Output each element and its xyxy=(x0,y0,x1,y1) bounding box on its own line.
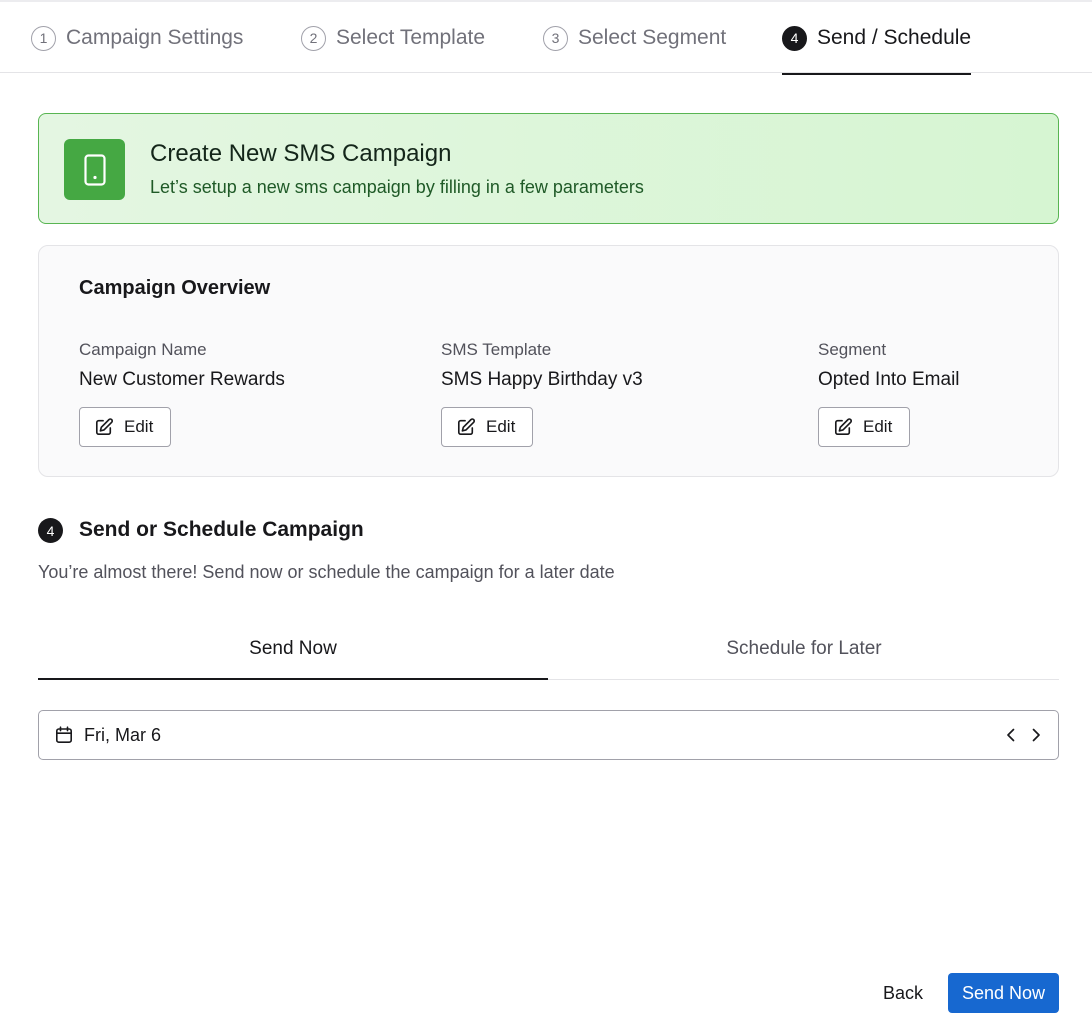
step-number: 1 xyxy=(31,25,56,51)
step-label: Send / Schedule xyxy=(817,26,972,49)
field-label: SMS Template xyxy=(441,340,552,359)
overview-segment: Segment Opted Into Email xyxy=(818,340,960,391)
step-label: Select Segment xyxy=(578,26,727,49)
field-label: Campaign Name xyxy=(79,340,207,359)
edit-icon xyxy=(457,418,475,436)
date-picker-field[interactable]: Fri, Mar 6 xyxy=(38,710,1059,760)
step-label: Campaign Settings xyxy=(66,26,244,49)
step-campaign-settings[interactable]: 1 Campaign Settings xyxy=(31,2,243,74)
section-description: You’re almost there! Send now or schedul… xyxy=(38,562,615,582)
step-number: 4 xyxy=(782,25,807,51)
edit-segment-button[interactable]: Edit xyxy=(818,407,910,447)
step-send-schedule[interactable]: 4 Send / Schedule xyxy=(782,2,972,75)
edit-campaign-name-button[interactable]: Edit xyxy=(79,407,171,447)
overview-sms-template: SMS Template SMS Happy Birthday v3 xyxy=(441,340,643,391)
chevron-left-icon[interactable] xyxy=(1001,725,1021,745)
edit-icon xyxy=(95,418,113,436)
field-value: Opted Into Email xyxy=(818,369,960,390)
step-label: Select Template xyxy=(336,26,486,49)
tab-schedule-for-later[interactable]: Schedule for Later xyxy=(549,618,1059,679)
edit-sms-template-button[interactable]: Edit xyxy=(441,407,533,447)
edit-label: Edit xyxy=(486,417,516,436)
send-now-button[interactable]: Send Now xyxy=(948,973,1059,1013)
campaign-overview-card: Campaign Overview Campaign Name New Cust… xyxy=(38,245,1059,477)
step-select-template[interactable]: 2 Select Template xyxy=(301,2,485,74)
edit-label: Edit xyxy=(863,417,893,436)
tab-send-now[interactable]: Send Now xyxy=(38,618,548,680)
selected-date: Fri, Mar 6 xyxy=(84,725,162,745)
banner-subtitle: Let’s setup a new sms campaign by fillin… xyxy=(150,177,644,197)
edit-icon xyxy=(834,418,852,436)
back-button[interactable]: Back xyxy=(868,973,938,1013)
step-number: 3 xyxy=(543,25,568,51)
section-title: Send or Schedule Campaign xyxy=(79,518,364,541)
field-value: SMS Happy Birthday v3 xyxy=(441,369,643,390)
edit-label: Edit xyxy=(124,417,154,436)
banner-title: Create New SMS Campaign xyxy=(150,140,452,167)
stepper: 1 Campaign Settings 2 Select Template 3 … xyxy=(0,0,1092,75)
overview-title: Campaign Overview xyxy=(79,277,271,299)
field-value: New Customer Rewards xyxy=(79,369,285,390)
overview-campaign-name: Campaign Name New Customer Rewards xyxy=(79,340,285,391)
step-number: 2 xyxy=(301,25,326,51)
section-number: 4 xyxy=(38,518,63,543)
chevron-right-icon[interactable] xyxy=(1026,725,1046,745)
field-label: Segment xyxy=(818,340,887,359)
send-mode-tabs: Send Now Schedule for Later xyxy=(38,618,1059,680)
mobile-phone-icon xyxy=(64,139,125,200)
page: 1 Campaign Settings 2 Select Template 3 … xyxy=(0,0,1092,1036)
campaign-banner: Create New SMS Campaign Let’s setup a ne… xyxy=(38,113,1059,224)
calendar-icon xyxy=(55,726,72,743)
step-select-segment[interactable]: 3 Select Segment xyxy=(543,2,726,74)
